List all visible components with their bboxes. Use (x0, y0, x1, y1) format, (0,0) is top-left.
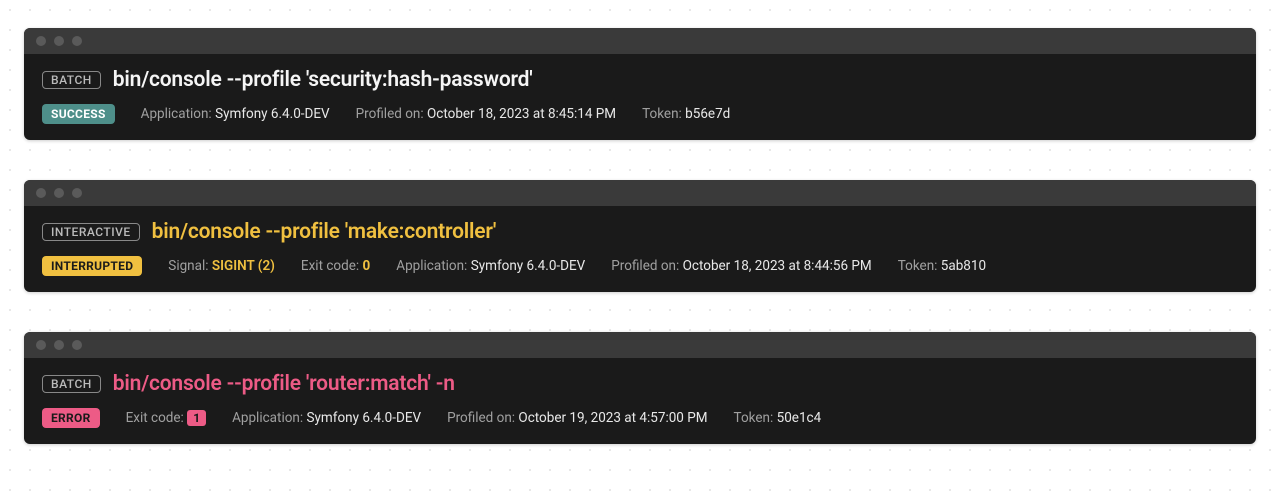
traffic-light-dot (54, 188, 64, 198)
meta-value: Symfony 6.4.0-DEV (471, 258, 586, 274)
command-row: BATCH bin/console --profile 'security:ha… (42, 68, 1238, 92)
meta-value: 50e1c4 (777, 410, 822, 426)
exit-code-value: 0 (363, 258, 371, 274)
profiler-panel: BATCH bin/console --profile 'router:matc… (24, 332, 1256, 444)
panel-body: BATCH bin/console --profile 'security:ha… (24, 54, 1256, 140)
meta-exit: Exit code: 0 (301, 258, 370, 274)
meta-row: SUCCESS Application: Symfony 6.4.0-DEV P… (42, 104, 1238, 124)
meta-label: Application: (396, 258, 467, 274)
meta-token: Token: 50e1c4 (734, 410, 822, 426)
profiler-panel: INTERACTIVE bin/console --profile 'make:… (24, 180, 1256, 292)
window-title-bar (24, 332, 1256, 358)
meta-label: Profiled on: (356, 106, 424, 122)
traffic-light-dot (36, 36, 46, 46)
meta-label: Signal: (168, 258, 208, 274)
meta-label: Application: (232, 410, 303, 426)
meta-application: Application: Symfony 6.4.0-DEV (141, 106, 330, 122)
meta-label: Profiled on: (611, 258, 679, 274)
traffic-light-dot (72, 188, 82, 198)
meta-profiled: Profiled on: October 18, 2023 at 8:45:14… (356, 106, 616, 122)
meta-value: 5ab810 (941, 258, 986, 274)
meta-token: Token: b56e7d (642, 106, 730, 122)
meta-label: Token: (898, 258, 938, 274)
meta-profiled: Profiled on: October 19, 2023 at 4:57:00… (447, 410, 707, 426)
meta-value: Symfony 6.4.0-DEV (215, 106, 330, 122)
command-row: BATCH bin/console --profile 'router:matc… (42, 372, 1238, 396)
meta-row: INTERRUPTED Signal: SIGINT (2) Exit code… (42, 256, 1238, 276)
command-row: INTERACTIVE bin/console --profile 'make:… (42, 220, 1238, 244)
command-text: bin/console --profile 'security:hash-pas… (113, 68, 533, 92)
mode-badge: INTERACTIVE (42, 223, 140, 241)
meta-token: Token: 5ab810 (898, 258, 986, 274)
meta-label: Token: (642, 106, 682, 122)
command-text: bin/console --profile 'make:controller' (152, 220, 496, 244)
meta-label: Exit code: (126, 410, 184, 426)
status-badge: SUCCESS (42, 104, 115, 124)
meta-label: Token: (734, 410, 774, 426)
panel-body: BATCH bin/console --profile 'router:matc… (24, 358, 1256, 444)
panel-body: INTERACTIVE bin/console --profile 'make:… (24, 206, 1256, 292)
window-title-bar (24, 180, 1256, 206)
exit-code-value: 1 (187, 410, 206, 426)
meta-label: Profiled on: (447, 410, 515, 426)
meta-application: Application: Symfony 6.4.0-DEV (232, 410, 421, 426)
traffic-light-dot (36, 188, 46, 198)
meta-value: October 18, 2023 at 8:45:14 PM (427, 106, 616, 122)
meta-application: Application: Symfony 6.4.0-DEV (396, 258, 585, 274)
status-badge: INTERRUPTED (42, 256, 142, 276)
profiler-panel: BATCH bin/console --profile 'security:ha… (24, 28, 1256, 140)
meta-signal: Signal: SIGINT (2) (168, 258, 275, 274)
window-title-bar (24, 28, 1256, 54)
meta-value: Symfony 6.4.0-DEV (307, 410, 422, 426)
traffic-light-dot (36, 340, 46, 350)
traffic-light-dot (54, 340, 64, 350)
status-badge: ERROR (42, 408, 100, 428)
command-text: bin/console --profile 'router:match' -n (113, 372, 455, 396)
meta-label: Exit code: (301, 258, 359, 274)
traffic-light-dot (72, 340, 82, 350)
meta-value: b56e7d (685, 106, 730, 122)
meta-row: ERROR Exit code: 1 Application: Symfony … (42, 408, 1238, 428)
meta-value: October 18, 2023 at 8:44:56 PM (683, 258, 872, 274)
meta-profiled: Profiled on: October 18, 2023 at 8:44:56… (611, 258, 871, 274)
meta-label: Application: (141, 106, 212, 122)
mode-badge: BATCH (42, 71, 101, 89)
traffic-light-dot (72, 36, 82, 46)
meta-exit: Exit code: 1 (126, 410, 206, 426)
meta-value: October 19, 2023 at 4:57:00 PM (518, 410, 707, 426)
traffic-light-dot (54, 36, 64, 46)
signal-value: SIGINT (2) (212, 258, 275, 274)
mode-badge: BATCH (42, 375, 101, 393)
